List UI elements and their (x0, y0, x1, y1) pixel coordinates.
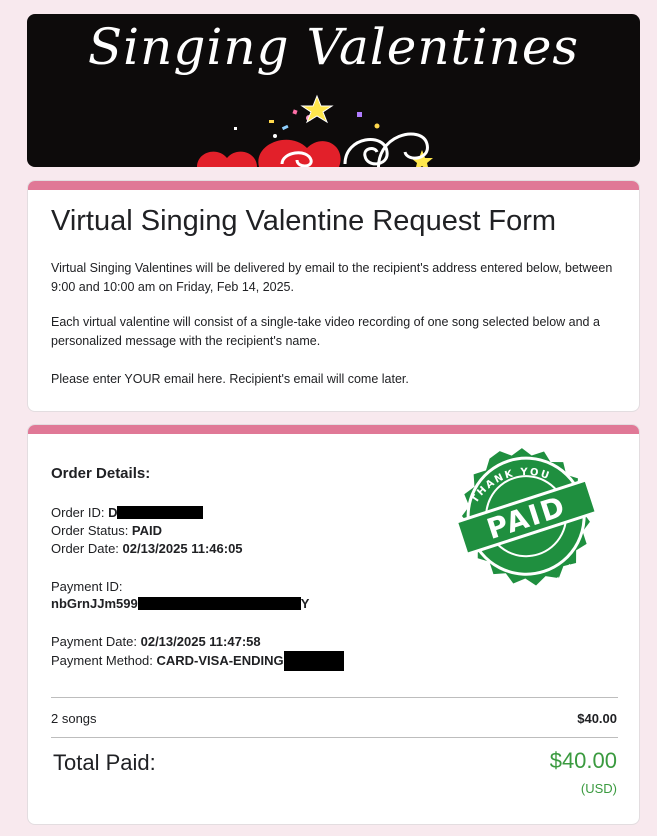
payment-id-value: nbGrnJJm599 (51, 596, 138, 611)
order-status-value: PAID (131, 523, 163, 538)
total-currency: (USD) (580, 781, 617, 796)
total-paid-label: Total Paid: (53, 750, 156, 775)
divider (51, 697, 618, 698)
order-date-label: Order Date: (51, 541, 123, 556)
banner-title: Singing Valentines (87, 18, 580, 76)
card-accent-bar (28, 181, 639, 190)
order-date-line: Order Date: 02/13/2025 11:46:05 (51, 540, 243, 557)
songs-price: $40.00 (577, 711, 617, 726)
payment-method-line: Payment Method: CARD-VISA-ENDING (51, 651, 344, 671)
payment-id-line: nbGrnJJm599 Y (51, 595, 309, 612)
songs-count: 2 songs (51, 711, 97, 726)
order-id-value: D (108, 505, 118, 520)
paid-stamp: PAID THANK YOU THANK YOU (428, 445, 624, 619)
payment-date-value: 02/13/2025 11:47:58 (140, 634, 261, 649)
form-description-content: Each virtual valentine will consist of a… (51, 315, 600, 348)
order-details-card: Order Details: Order ID: D Order Status:… (27, 424, 640, 825)
order-details-heading: Order Details: (51, 465, 151, 482)
form-description-delivery: Virtual Singing Valentines will be deliv… (51, 261, 613, 294)
paid-stamp-icon: PAID THANK YOU THANK YOU (454, 448, 599, 607)
payment-method-value: CARD-VISA-ENDING (156, 653, 284, 668)
order-id-line: Order ID: D (51, 504, 204, 521)
order-status-line: Order Status: PAID (51, 522, 162, 539)
redaction-bar (117, 506, 204, 519)
form-title: Virtual Singing Valentine Request Form (51, 205, 557, 237)
payment-date-line: Payment Date: 02/13/2025 11:47:58 (51, 633, 261, 650)
order-date-value: 02/13/2025 11:46:05 (122, 541, 243, 556)
payment-id-label: Payment ID: (51, 579, 123, 594)
redaction-bar (283, 651, 344, 671)
divider (51, 737, 618, 738)
card-accent-bar (28, 425, 639, 434)
order-status-label: Order Status: (51, 523, 132, 538)
redaction-bar (137, 597, 301, 610)
form-description-email: Please enter YOUR email here. Recipient'… (51, 372, 409, 386)
header-banner: Singing Valentines (27, 14, 640, 167)
total-paid-amount: $40.00 (549, 748, 617, 773)
payment-method-label: Payment Method: (51, 653, 157, 668)
payment-date-label: Payment Date: (51, 634, 141, 649)
payment-id-tail: Y (300, 596, 310, 611)
order-id-label: Order ID: (51, 505, 109, 520)
form-header-card: Virtual Singing Valentine Request Form V… (27, 180, 640, 412)
